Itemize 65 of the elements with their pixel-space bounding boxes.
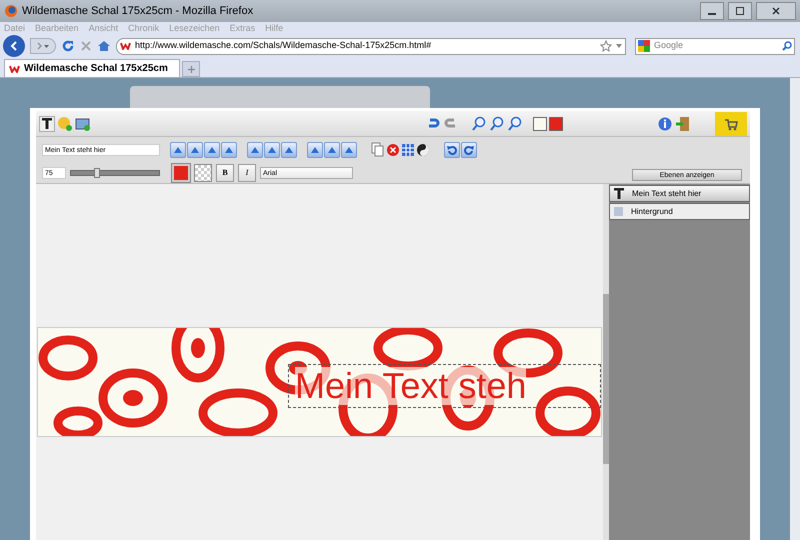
maximize-button[interactable] [728,2,752,20]
background-layer-icon [614,207,623,216]
dropdown-icon[interactable] [616,44,622,48]
center-vertical-button[interactable] [324,142,340,158]
align-bottom-button[interactable] [221,142,237,158]
grid-icon[interactable] [401,142,415,158]
add-image-icon[interactable] [75,116,91,132]
center-horizontal-button[interactable] [264,142,280,158]
text-layer-icon [614,188,624,199]
search-input[interactable]: Google [654,39,778,53]
reload-icon[interactable] [61,39,75,53]
forward-arrow-icon [36,42,50,50]
pattern-color-swatch[interactable] [549,116,563,130]
search-box[interactable]: Google [635,38,795,54]
add-text-button[interactable] [39,116,55,132]
minimize-button[interactable] [700,2,724,20]
align-left-button[interactable] [247,142,263,158]
window-title: Wildemasche Schal 175x25cm - Mozilla Firefox [22,4,254,19]
browser-tab[interactable]: Wildemasche Schal 175x25cm [4,59,180,77]
align-right-button[interactable] [281,142,297,158]
close-button[interactable] [756,2,796,20]
firefox-logo-icon [4,4,18,18]
canvas-text: Mein Text steh [295,367,526,405]
cart-icon [724,116,738,130]
layer-label: Hintergrund [631,206,673,218]
move-top-button[interactable] [307,142,323,158]
tab-label: Wildemasche Schal 175x25cm [24,62,168,76]
yin-yang-icon[interactable] [416,142,430,158]
slider-thumb[interactable] [94,168,100,178]
move-up-button[interactable] [187,142,203,158]
bold-button[interactable]: B [216,164,234,182]
exit-door-icon[interactable] [675,116,691,132]
site-logo-icon [9,64,20,72]
rotate-left-button[interactable] [444,142,460,158]
layer-item[interactable]: Hintergrund [609,203,750,220]
layer-item[interactable]: Mein Text steht hier [609,185,750,202]
layer-label: Mein Text steht hier [632,188,702,200]
url-text: http://www.wildemasche.com/Schals/Wildemasche-Schal-175x25cm.html# [135,39,432,52]
maximize-icon [736,7,744,15]
home-icon[interactable] [97,40,111,52]
copy-icon[interactable] [371,142,385,158]
close-icon [772,7,780,15]
back-button[interactable] [3,35,25,57]
move-bottom-button[interactable] [341,142,357,158]
background-color-swatch[interactable] [533,116,547,130]
italic-button[interactable]: I [238,164,256,182]
cart-button[interactable] [715,112,747,136]
star-icon[interactable] [600,40,612,52]
move-down-button[interactable] [204,142,220,158]
search-engine-icon [638,40,650,52]
scrollbar-thumb[interactable] [603,294,609,464]
delete-icon[interactable] [386,142,400,158]
info-icon[interactable] [657,116,673,132]
address-bar[interactable]: http://www.wildemasche.com/Schals/Wildemasche-Schal-175x25cm.html# [116,38,626,54]
forward-button[interactable] [30,38,56,54]
new-tab-button[interactable] [182,61,200,77]
transparent-color-button[interactable] [194,164,212,182]
align-top-button[interactable] [170,142,186,158]
site-logo-icon [120,42,131,50]
size-slider[interactable] [70,170,160,176]
search-icon[interactable] [782,41,792,51]
rotate-right-button[interactable] [461,142,477,158]
plus-icon [188,66,194,72]
text-color-button[interactable] [172,164,190,182]
add-clipart-icon[interactable] [57,116,73,132]
